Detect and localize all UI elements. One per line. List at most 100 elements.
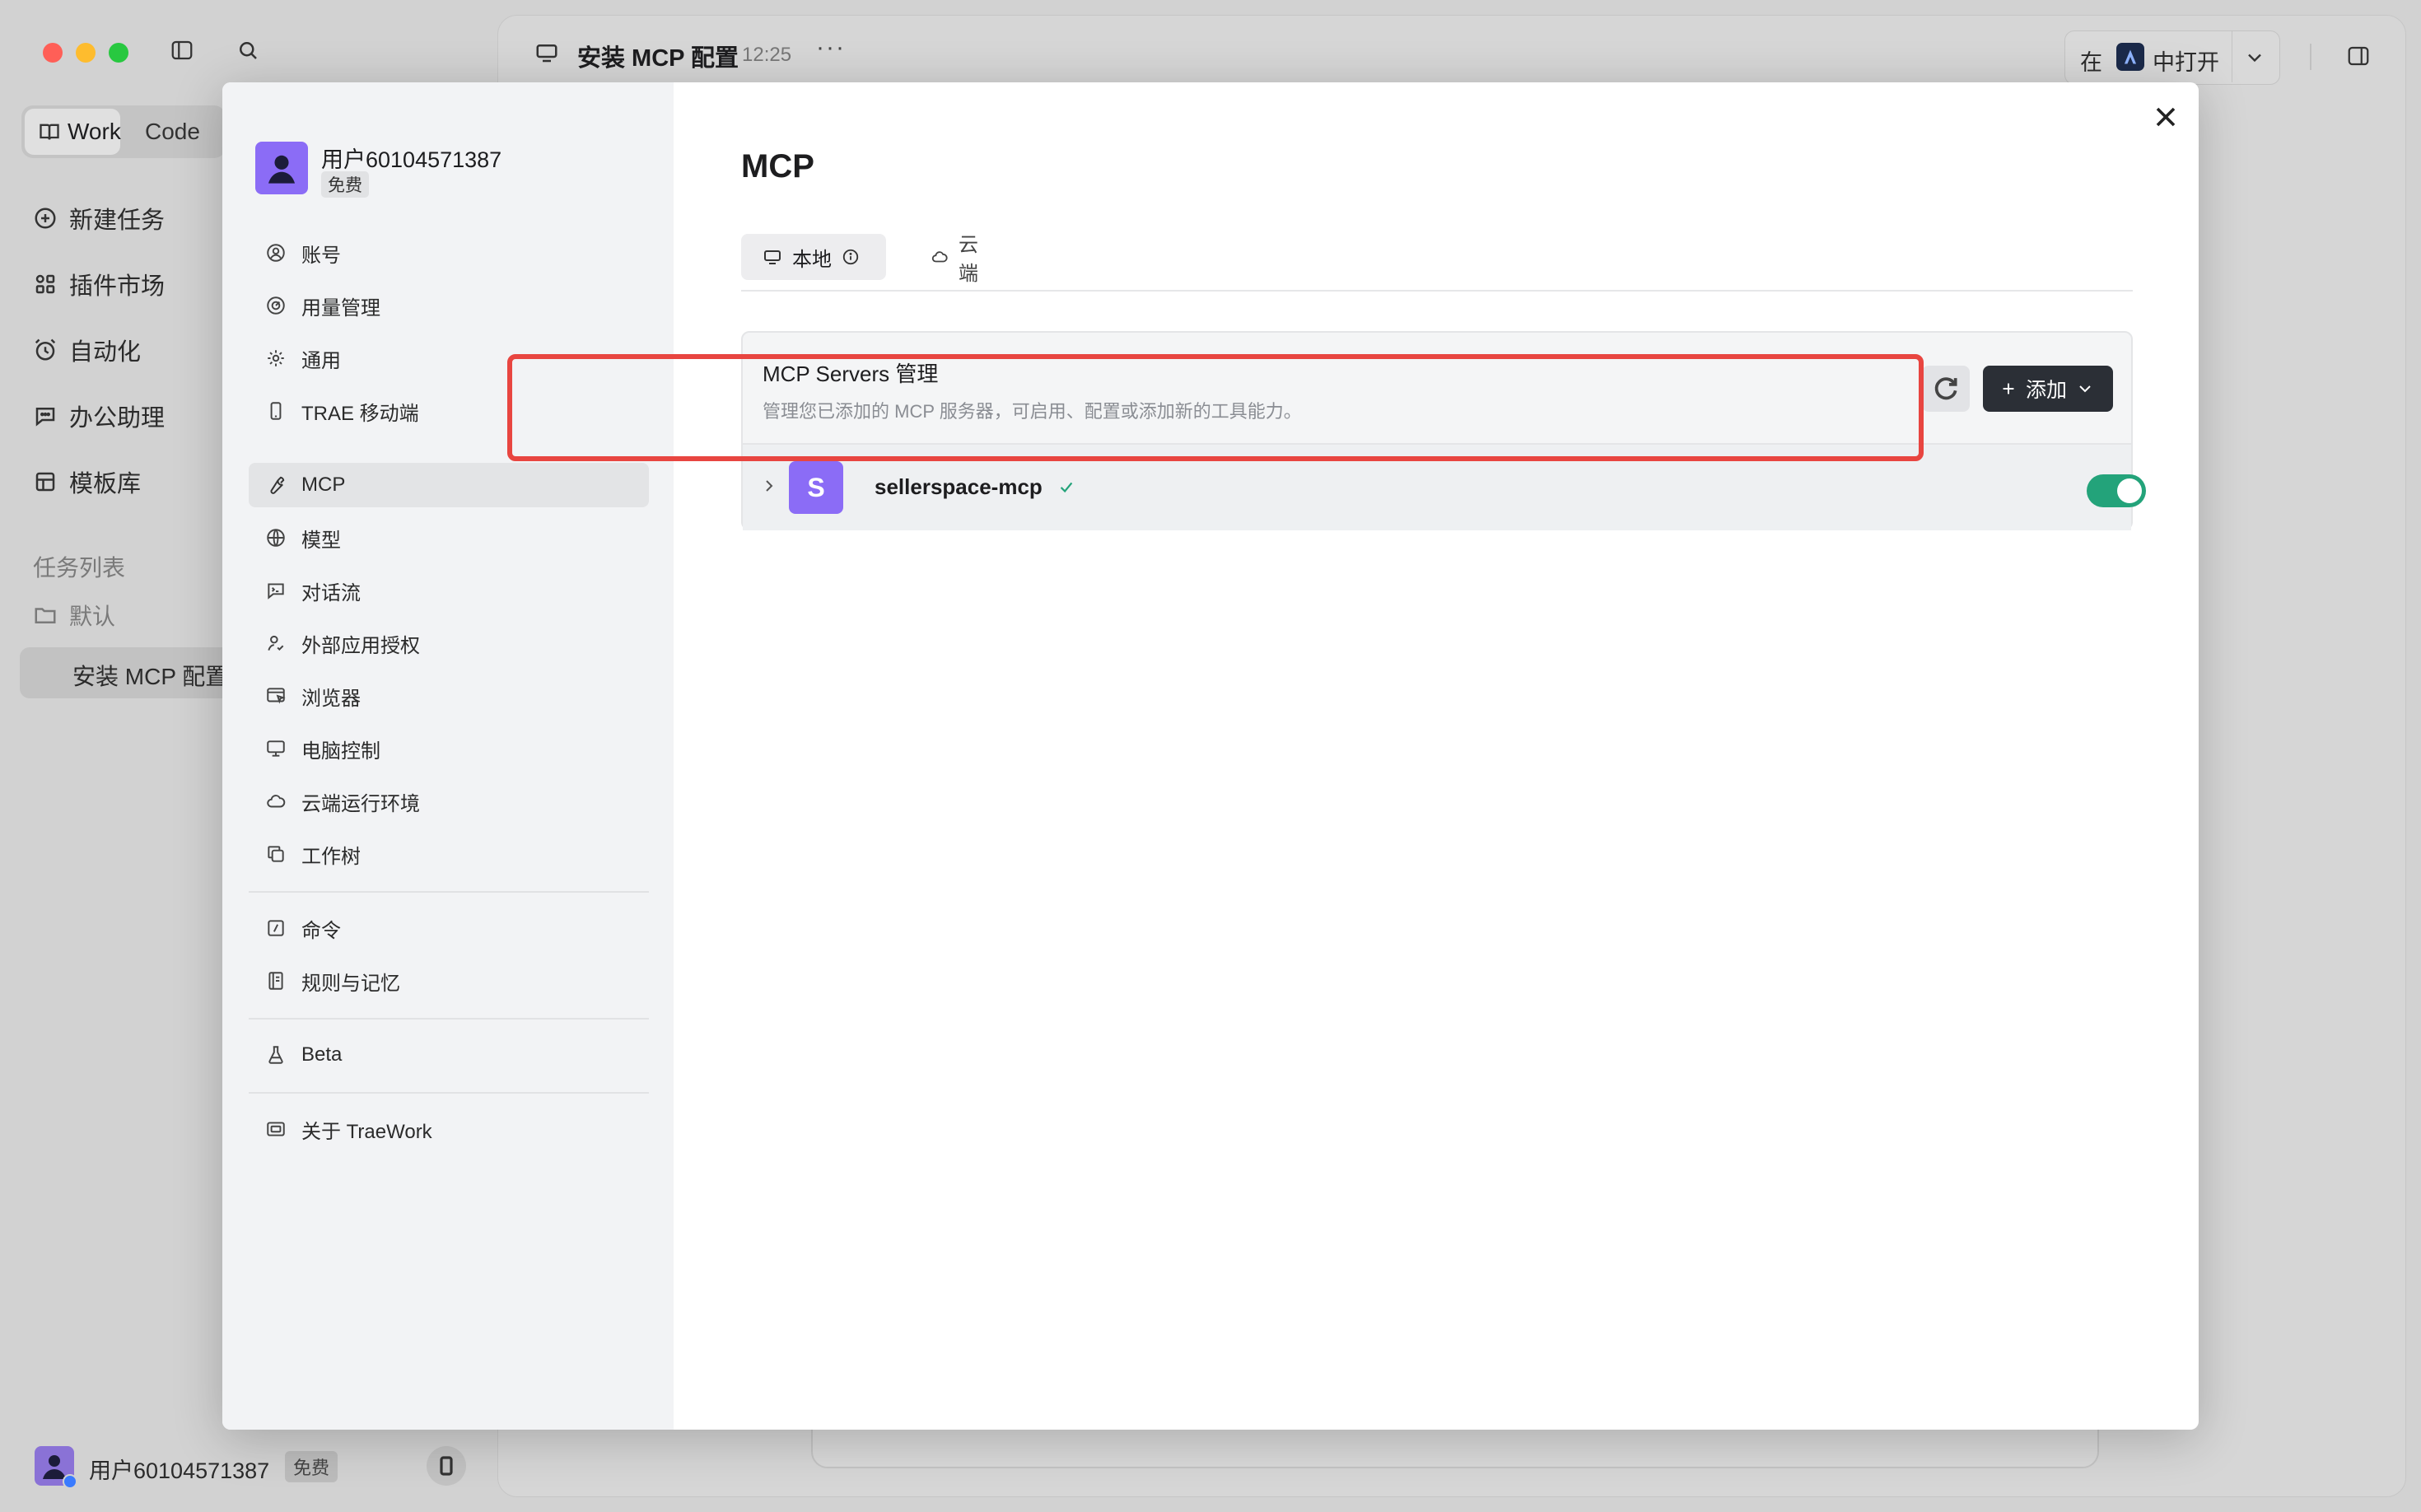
window-time: 12:25: [742, 44, 792, 66]
tabs-divider: [741, 290, 2133, 292]
plus-icon: [2003, 383, 2014, 394]
add-server-button[interactable]: 添加: [1983, 366, 2113, 412]
settings-item-cloud-env[interactable]: 云端运行环境: [249, 779, 649, 824]
monitor-icon: [267, 740, 285, 757]
browser-cursor-icon: [267, 688, 286, 704]
settings-item-label: 模型: [301, 529, 341, 552]
settings-item-conversation-flow[interactable]: 对话流: [249, 568, 649, 613]
book-icon: [40, 124, 59, 140]
avatar[interactable]: [35, 1446, 77, 1489]
mobile-device-button[interactable]: [427, 1446, 466, 1486]
sidebar-item-label: 自动化: [69, 339, 142, 366]
gear-icon: [268, 350, 284, 366]
sidebar-item-label: 插件市场: [69, 273, 166, 300]
server-enable-toggle[interactable]: [2087, 474, 2146, 507]
settings-item-about[interactable]: 关于 TraeWork: [249, 1107, 649, 1151]
settings-item-usage[interactable]: 用量管理: [249, 283, 649, 328]
settings-item-computer-control[interactable]: 电脑控制: [249, 726, 649, 771]
settings-modal: 用户60104571387 免费 账号 用量管理 通用 TRAE 移动端 MCP…: [222, 82, 2199, 1430]
sidebar-item-label: 模板库: [69, 471, 142, 497]
copy-icon: [268, 846, 284, 862]
server-name: sellerspace-mcp: [875, 474, 1043, 499]
settings-user-name: 用户60104571387: [321, 147, 502, 172]
settings-item-browser[interactable]: 浏览器: [249, 674, 649, 718]
chevron-down-icon: [2079, 385, 2091, 393]
check-icon: [1057, 478, 1075, 496]
info-icon[interactable]: [842, 248, 860, 266]
refresh-button[interactable]: [1922, 366, 1970, 412]
highlight-annotation: [507, 354, 1924, 461]
sidebar-item-plugins[interactable]: 插件市场: [33, 264, 165, 305]
settings-item-label: 账号: [301, 244, 341, 267]
sidebar-item-templates[interactable]: 模板库: [33, 461, 141, 502]
user-circle-icon: [267, 244, 285, 262]
folder-label: 默认: [69, 604, 116, 629]
task-item-label: 安装 MCP 配置: [72, 664, 229, 689]
settings-item-label: 浏览器: [301, 687, 361, 710]
cloud-icon: [931, 251, 948, 263]
sidebar-item-new-task[interactable]: 新建任务: [33, 198, 165, 239]
tab-label: 本地: [792, 248, 832, 271]
divider: [249, 891, 649, 893]
settings-item-commands[interactable]: 命令: [249, 906, 649, 950]
flask-icon: [268, 1046, 283, 1064]
window-title: 安装 MCP 配置: [577, 45, 739, 72]
search-icon[interactable]: [236, 38, 265, 68]
open-in-prefix: 在: [2080, 50, 2102, 75]
settings-item-label: 命令: [301, 919, 341, 942]
settings-item-beta[interactable]: Beta: [249, 1033, 649, 1077]
slash-command-icon: [268, 920, 284, 936]
right-panel-toggle-icon[interactable]: [2346, 44, 2371, 68]
mode-code-label: Code: [145, 119, 200, 144]
settings-item-label: 关于 TraeWork: [301, 1120, 432, 1143]
mode-code-tab[interactable]: Code: [135, 109, 217, 155]
sidebar-item-automation[interactable]: 自动化: [33, 329, 141, 371]
settings-item-label: 云端运行环境: [301, 792, 420, 815]
zoom-window-button[interactable]: [109, 43, 128, 63]
app-logo-icon: [2116, 43, 2144, 71]
settings-item-rules-memory[interactable]: 规则与记忆: [249, 959, 649, 1003]
tab-local[interactable]: 本地: [741, 234, 886, 280]
close-window-button[interactable]: [43, 43, 63, 63]
sidebar-item-office-assistant[interactable]: 办公助理: [33, 395, 165, 436]
settings-item-worktree[interactable]: 工作树: [249, 832, 649, 876]
template-icon: [35, 472, 55, 492]
terminal-chat-icon: [268, 583, 284, 600]
user-check-icon: [268, 635, 284, 651]
mode-switcher: Work Code: [21, 105, 226, 158]
minimize-window-button[interactable]: [76, 43, 96, 63]
app-window-icon: [267, 1122, 285, 1136]
refresh-icon: [1934, 377, 1957, 400]
settings-item-label: 电脑控制: [301, 740, 380, 763]
gauge-icon: [267, 296, 285, 315]
mode-work-label: Work: [68, 119, 121, 144]
divider: [249, 1092, 649, 1094]
close-icon[interactable]: [2149, 100, 2182, 133]
server-avatar: S: [789, 461, 843, 514]
folder-default[interactable]: 默认: [33, 595, 115, 636]
mode-work-tab[interactable]: Work: [25, 109, 121, 155]
settings-item-external-auth[interactable]: 外部应用授权: [249, 621, 649, 665]
notebook-icon: [268, 972, 283, 990]
plus-circle-icon: [35, 208, 56, 229]
page-title: MCP: [741, 148, 814, 184]
more-options-icon[interactable]: ···: [816, 34, 846, 62]
alarm-clock-icon: [35, 338, 56, 361]
settings-item-label: 外部应用授权: [301, 634, 420, 657]
chevron-right-icon[interactable]: [759, 476, 779, 496]
settings-item-mcp[interactable]: MCP: [249, 463, 649, 507]
open-in-suffix: 中打开: [2153, 50, 2219, 75]
tab-cloud[interactable]: 云端: [909, 234, 1016, 285]
chat-bubble-icon: [35, 408, 55, 427]
monitor-icon: [534, 40, 559, 65]
settings-item-label: 通用: [301, 349, 341, 372]
divider: [2310, 44, 2311, 70]
settings-item-label: 规则与记忆: [301, 972, 400, 995]
sidebar-item-label: 办公助理: [69, 405, 166, 432]
chevron-down-icon[interactable]: [2243, 46, 2266, 69]
open-in-button[interactable]: 在 中打开: [2064, 30, 2280, 85]
settings-item-model[interactable]: 模型: [249, 516, 649, 560]
sidebar-toggle-icon[interactable]: [170, 38, 199, 68]
tab-label: 云端: [959, 234, 978, 285]
settings-item-account[interactable]: 账号: [249, 231, 649, 275]
